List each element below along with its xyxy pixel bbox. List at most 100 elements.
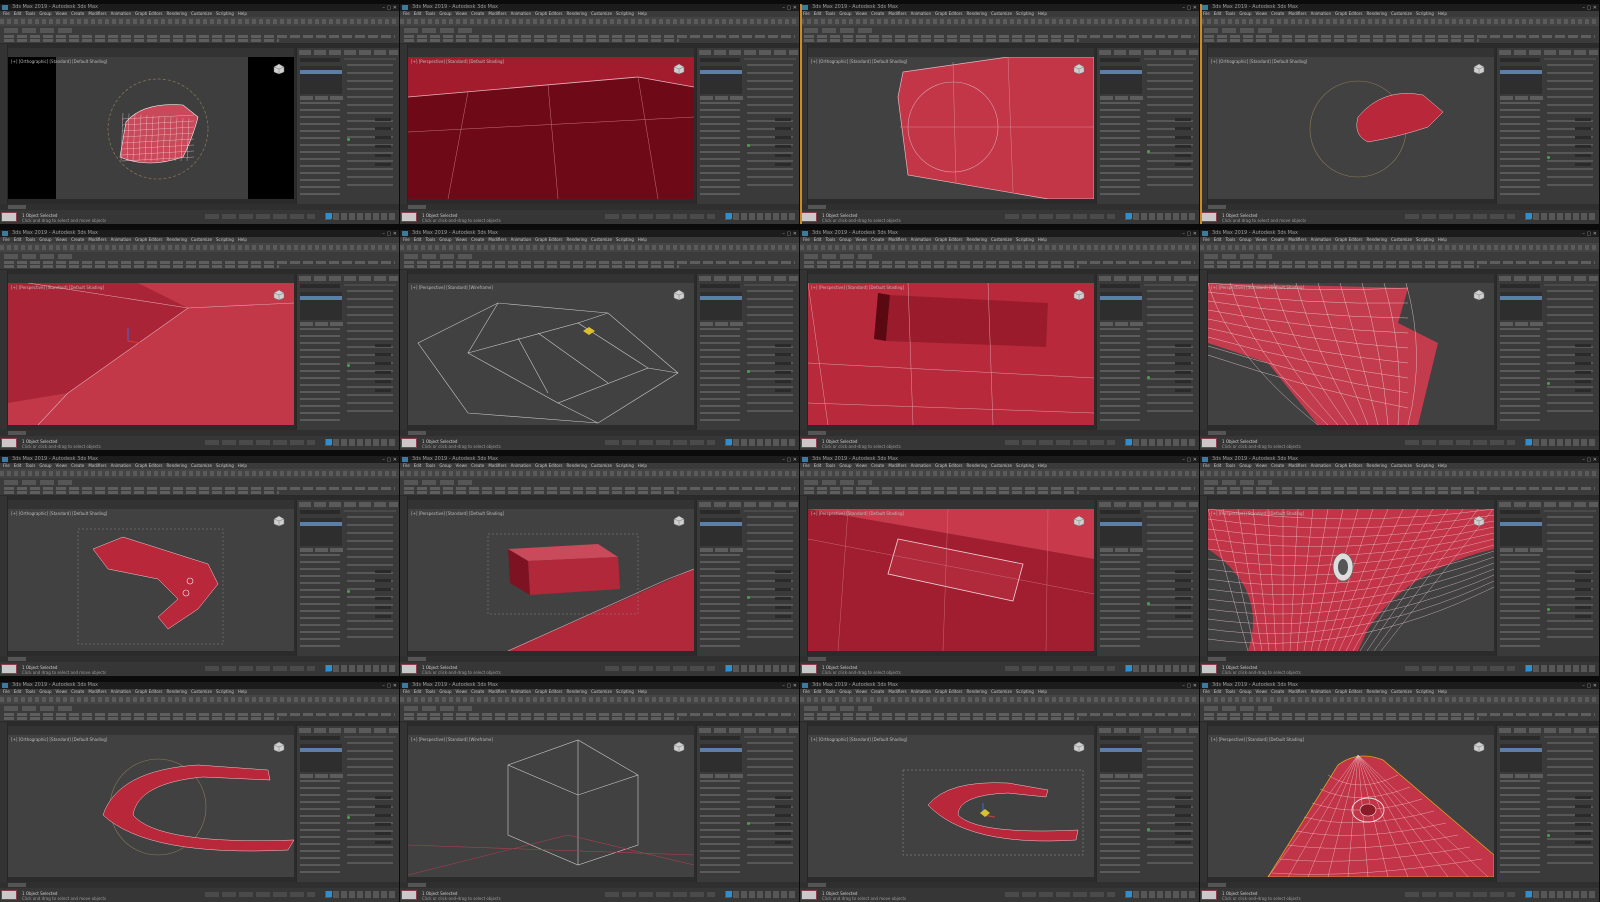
key-icon[interactable]: [326, 665, 332, 671]
object-name-field[interactable]: [1100, 284, 1140, 288]
ribbon[interactable]: [0, 26, 399, 44]
main-toolbar[interactable]: [0, 17, 399, 26]
maxscript-icon[interactable]: [801, 438, 817, 448]
ribbon[interactable]: [1200, 704, 1599, 722]
coordinate-fields[interactable]: [1405, 892, 1515, 897]
object-name-field[interactable]: [1500, 58, 1540, 62]
side-toolbar[interactable]: [400, 722, 408, 882]
viewport-scene[interactable]: [8, 283, 294, 425]
checkbox[interactable]: [1147, 602, 1150, 605]
viewport-scene[interactable]: [8, 509, 294, 651]
command-panel[interactable]: [696, 500, 799, 656]
key-icon[interactable]: [326, 439, 332, 445]
modifier-stack[interactable]: [300, 518, 342, 546]
nav-cube-icon[interactable]: [1072, 63, 1086, 75]
side-toolbar[interactable]: [800, 496, 808, 656]
nav-cube-icon[interactable]: [1472, 289, 1486, 301]
viewport-scene[interactable]: [808, 509, 1094, 651]
ribbon[interactable]: [800, 252, 1199, 270]
command-panel[interactable]: [1096, 274, 1199, 430]
coordinate-fields[interactable]: [605, 892, 715, 897]
side-toolbar[interactable]: [400, 44, 408, 204]
viewport-scene[interactable]: [408, 57, 694, 199]
nav-cube-icon[interactable]: [272, 515, 286, 527]
main-toolbar[interactable]: [0, 469, 399, 478]
side-toolbar[interactable]: [400, 270, 408, 430]
maxscript-icon[interactable]: [401, 890, 417, 900]
viewport[interactable]: [+] [Orthographic] [Standard] [Default S…: [1208, 57, 1494, 199]
coordinate-fields[interactable]: [205, 666, 315, 671]
viewport-scene[interactable]: [8, 57, 294, 199]
time-slider[interactable]: [808, 431, 826, 435]
ribbon[interactable]: [400, 704, 799, 722]
checkbox[interactable]: [1147, 828, 1150, 831]
stack-buttons[interactable]: [700, 322, 744, 326]
nav-cube-icon[interactable]: [1472, 63, 1486, 75]
maxscript-icon[interactable]: [1, 664, 17, 674]
time-slider[interactable]: [808, 883, 826, 887]
maxscript-icon[interactable]: [1201, 890, 1217, 900]
coordinate-fields[interactable]: [205, 214, 315, 219]
stack-buttons[interactable]: [1100, 774, 1144, 778]
object-name-field[interactable]: [300, 736, 340, 740]
nav-cube-icon[interactable]: [272, 63, 286, 75]
ribbon[interactable]: [0, 704, 399, 722]
time-slider[interactable]: [1208, 657, 1226, 661]
playback-controls[interactable]: [1525, 891, 1595, 898]
playback-controls[interactable]: [325, 891, 395, 898]
command-panel[interactable]: [296, 274, 399, 430]
command-panel-tabs[interactable]: [1499, 728, 1598, 733]
modifier-stack-selected[interactable]: [300, 748, 342, 752]
modifier-stack[interactable]: [700, 744, 742, 772]
checkbox[interactable]: [747, 144, 750, 147]
main-toolbar[interactable]: [800, 469, 1199, 478]
nav-cube-icon[interactable]: [1072, 515, 1086, 527]
command-panel[interactable]: [696, 48, 799, 204]
viewport[interactable]: [+] [Orthographic] [Standard] [Default S…: [808, 735, 1094, 877]
ribbon[interactable]: [0, 252, 399, 270]
modifier-stack-selected[interactable]: [1100, 296, 1142, 300]
maxscript-icon[interactable]: [401, 212, 417, 222]
main-toolbar[interactable]: [1200, 469, 1599, 478]
stack-buttons[interactable]: [700, 96, 744, 100]
ribbon[interactable]: [1200, 252, 1599, 270]
time-slider[interactable]: [408, 883, 426, 887]
modifier-stack[interactable]: [300, 66, 342, 94]
stack-buttons[interactable]: [1100, 322, 1144, 326]
key-icon[interactable]: [1526, 891, 1532, 897]
ribbon[interactable]: [400, 478, 799, 496]
command-panel-tabs[interactable]: [699, 502, 798, 507]
modifier-stack[interactable]: [1500, 66, 1542, 94]
modifier-stack-selected[interactable]: [1100, 522, 1142, 526]
nav-cube-icon[interactable]: [272, 741, 286, 753]
main-toolbar[interactable]: [400, 17, 799, 26]
playback-controls[interactable]: [325, 439, 395, 446]
viewport[interactable]: [+] [Perspective] [Standard] [Default Sh…: [1208, 509, 1494, 651]
nav-cube-icon[interactable]: [1072, 741, 1086, 753]
key-icon[interactable]: [1126, 213, 1132, 219]
viewport-label[interactable]: [+] [Perspective] [Standard] [Default Sh…: [411, 59, 504, 64]
viewport[interactable]: [+] [Orthographic] [Standard] [Default S…: [808, 57, 1094, 199]
nav-cube-icon[interactable]: [1472, 741, 1486, 753]
ribbon[interactable]: [800, 26, 1199, 44]
viewport[interactable]: [+] [Perspective] [Standard] [Default Sh…: [1208, 735, 1494, 877]
object-name-field[interactable]: [700, 736, 740, 740]
checkbox[interactable]: [1547, 834, 1550, 837]
viewport-label[interactable]: [+] [Orthographic] [Standard] [Default S…: [1211, 59, 1307, 64]
nav-cube-icon[interactable]: [672, 741, 686, 753]
coordinate-fields[interactable]: [1405, 666, 1515, 671]
viewport[interactable]: [+] [Perspective] [Standard] [Default Sh…: [8, 283, 294, 425]
checkbox[interactable]: [747, 596, 750, 599]
command-panel-tabs[interactable]: [299, 50, 398, 55]
checkbox[interactable]: [1147, 150, 1150, 153]
viewport[interactable]: [+] [Perspective] [Standard] [Wireframe]: [408, 283, 694, 425]
time-slider[interactable]: [408, 431, 426, 435]
coordinate-fields[interactable]: [605, 666, 715, 671]
command-panel-tabs[interactable]: [699, 50, 798, 55]
ribbon[interactable]: [800, 704, 1199, 722]
playback-controls[interactable]: [1125, 891, 1195, 898]
viewport-label[interactable]: [+] [Orthographic] [Standard] [Default S…: [11, 737, 107, 742]
checkbox[interactable]: [347, 816, 350, 819]
stack-buttons[interactable]: [700, 774, 744, 778]
viewport-label[interactable]: [+] [Perspective] [Standard] [Default Sh…: [1211, 511, 1304, 516]
